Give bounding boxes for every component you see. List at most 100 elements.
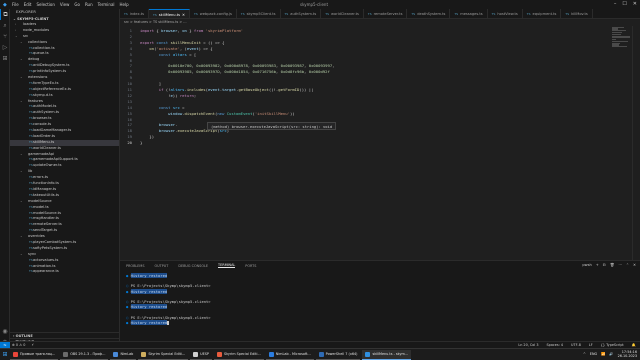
tab-deathsystem-ts[interactable]: TS deathSystem.ts <box>407 9 451 18</box>
tab-label: messages.ts <box>460 12 483 16</box>
prompt-marker-icon: ● <box>126 319 131 325</box>
editor-scrollbar[interactable] <box>632 26 640 260</box>
taskbar-app[interactable]: NimLab - Microsoft... <box>265 350 314 360</box>
search-icon[interactable]: ⌕ <box>0 20 10 31</box>
panel-tab-debug-console[interactable]: DEBUG CONSOLE <box>178 264 208 268</box>
tab-skillmenu-ts[interactable]: TS skillMenu.ts ✕ <box>149 9 191 19</box>
tab-label: worldCleaner.ts <box>331 12 359 16</box>
tray-icon[interactable]: 🔊 <box>609 352 613 356</box>
breadcrumb[interactable]: src > features > TS skillMenu.ts > ... <box>120 19 640 26</box>
app-icon <box>193 351 199 357</box>
windows-start-icon[interactable]: ⊞ <box>0 351 10 358</box>
app-icon <box>63 351 69 357</box>
tab-remoteserver-ts[interactable]: TS remoteServer.ts <box>364 9 408 18</box>
prompt-marker-icon: ● <box>126 288 131 294</box>
tray-icon[interactable]: ENG <box>590 352 597 356</box>
tab-killmov-ts[interactable]: TS killMov.ts <box>561 9 593 18</box>
run-debug-icon[interactable]: ▷ <box>0 42 10 53</box>
close-icon[interactable]: ✕ <box>182 10 185 19</box>
taskbar-app-label: Skyrim Special Editi... <box>223 352 261 356</box>
terminal-text: History restored <box>130 288 168 294</box>
more-actions-icon[interactable]: ⋯ <box>618 263 622 267</box>
panel-tab-ports[interactable]: PORTS <box>245 264 256 268</box>
panel-tab-output[interactable]: OUTPUT <box>155 264 169 268</box>
ts-file-icon: TS <box>526 12 531 16</box>
panel-tab-problems[interactable]: PROBLEMS <box>126 264 145 268</box>
clock[interactable]: 17:54:16 26.10.2023 <box>618 350 637 358</box>
taskbar-app[interactable]: PowerShell 7 (x64) <box>315 350 361 360</box>
taskbar-app-label: Skyrim Special Editi... <box>148 352 186 356</box>
menu-item-terminal[interactable]: Terminal <box>98 2 115 7</box>
split-terminal-icon[interactable]: ⊟ <box>603 263 606 267</box>
extensions-icon[interactable]: ⊞ <box>0 53 10 64</box>
minimize-icon[interactable]: – <box>614 1 617 7</box>
tab-equipment-ts[interactable]: TS equipment.ts <box>523 9 562 18</box>
taskbar-app[interactable]: OBS 29.1.3 - Проф... <box>60 350 109 360</box>
trash-icon[interactable]: 🗑 <box>610 263 615 267</box>
app-icon <box>113 351 119 357</box>
chevron-down-icon: ⌄ <box>20 57 23 62</box>
terminal-text: History restored <box>130 304 168 310</box>
menu-item-view[interactable]: View <box>60 2 70 7</box>
tab-hostview-ts[interactable]: TS hostView.ts <box>488 9 523 18</box>
tab-messages-ts[interactable]: TS messages.ts <box>450 9 488 18</box>
tab-index-ts[interactable]: TS index.ts <box>120 9 150 18</box>
ts-file-icon: TS <box>367 12 372 16</box>
taskbar-app[interactable]: Skyrim Special Editi... <box>138 350 189 360</box>
title-bar: ◆ File Edit Selection View Go Run Terminal Help… <box>0 0 640 9</box>
taskbar-app[interactable]: skillMenu.ts - skym... <box>362 349 412 360</box>
ts-file-icon: TS <box>194 12 198 16</box>
taskbar-app-label: NimLab <box>120 352 134 356</box>
tab-skymp5client-ts[interactable]: TS skymp5Client.ts <box>237 9 281 18</box>
maximize-panel-icon[interactable]: ⌃ <box>626 263 629 267</box>
ts-file-icon: TS <box>240 12 245 16</box>
close-icon[interactable]: ✕ <box>633 1 637 7</box>
tray-icon[interactable]: 📶 <box>601 352 605 356</box>
tab-label: webpack.config.js <box>199 12 232 16</box>
tab-label: remoteServer.ts <box>373 12 403 16</box>
taskbar-app[interactable]: UESP <box>190 350 212 360</box>
window-controls: – ☐ ✕ <box>614 1 637 7</box>
tray-icon[interactable]: ^ <box>583 352 586 356</box>
code-line: 8 0x00093985, 0x0009397D, 0x000d1854, 0x… <box>129 69 330 75</box>
taskbar-app-label: skillMenu.ts - skym... <box>372 352 409 356</box>
terminal-shell-label[interactable]: pwsh <box>582 263 591 267</box>
menu-item-run[interactable]: Run <box>85 2 93 7</box>
tab-label: authSystem.ts <box>290 12 317 16</box>
tab-webpack-config-js[interactable]: TS webpack.config.js <box>190 9 237 18</box>
file-item[interactable]: TS appearance.ts <box>10 269 119 275</box>
terminal-text: History restored <box>130 273 168 278</box>
ts-file-icon: TS <box>284 12 289 16</box>
add-terminal-icon[interactable]: + <box>596 263 599 267</box>
code-line-current: 20} <box>127 140 143 146</box>
explorer-header: EXPLORER <box>16 10 36 14</box>
terminal-output[interactable]: ● History restored ○ PS E:\Projects\Skym… <box>126 273 631 325</box>
taskbar-app[interactable]: Прямые трансляц... <box>10 350 59 360</box>
source-control-icon[interactable]: ⑂ <box>0 31 10 42</box>
system-tray: ^ ENG 📶 🔊 17:54:16 26.10.2023 <box>583 350 637 358</box>
maximize-icon[interactable]: ☐ <box>622 1 626 7</box>
close-panel-icon[interactable]: ✕ <box>633 263 636 267</box>
taskbar-app[interactable]: NimLab <box>110 350 137 360</box>
taskbar-app-label: Прямые трансляц... <box>20 352 56 356</box>
menu-bar: File Edit Selection View Go Run Terminal Help <box>12 2 134 7</box>
menu-item-edit[interactable]: Edit <box>24 2 32 7</box>
minimap[interactable] <box>612 26 632 56</box>
hover-tooltip: (method) browser.executeJavaScript(src: … <box>207 122 337 130</box>
taskbar-app-label: UESP <box>200 352 209 356</box>
panel-tab-terminal[interactable]: TERMINAL <box>218 263 236 268</box>
code-editor[interactable]: 1 import { browser, on } from 'skyrimPlat… <box>120 26 632 260</box>
ts-file-icon: TS <box>411 12 416 16</box>
account-icon[interactable]: ◉ <box>0 326 10 337</box>
app-icon <box>268 351 274 357</box>
ts-file-icon: TS <box>454 12 459 16</box>
explorer-icon[interactable]: ⧉ <box>0 9 10 20</box>
taskbar-app[interactable]: Skyrim Special Editi... <box>213 350 264 360</box>
activity-bar: ⧉ ⌕ ⑂ ▷ ⊞ ◉ ⚙ <box>0 9 10 350</box>
menu-item-selection[interactable]: Selection <box>36 2 54 7</box>
menu-item-file[interactable]: File <box>12 2 19 7</box>
tab-worldcleaner-ts[interactable]: TS worldCleaner.ts <box>321 9 364 18</box>
tab-authsystem-ts[interactable]: TS authSystem.ts <box>281 9 322 18</box>
menu-item-help[interactable]: Help <box>120 2 129 7</box>
menu-item-go[interactable]: Go <box>74 2 80 7</box>
